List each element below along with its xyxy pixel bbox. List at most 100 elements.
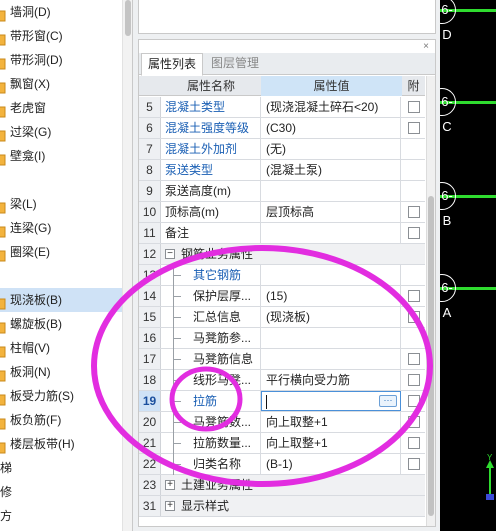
property-row[interactable]: 5 混凝土类型 (现浇混凝土碎石<20) [139,97,425,118]
property-value[interactable] [261,328,401,348]
tree-item[interactable]: 现浇板(B) [0,288,124,312]
row-number: 13 [139,265,161,285]
property-row[interactable]: 16 马凳筋参... [139,328,425,349]
attach-checkbox[interactable] [408,416,420,428]
property-value[interactable]: 向上取整+1 [261,412,401,432]
tree-item[interactable]: 壁龛(I) [0,144,124,168]
property-row[interactable]: 6 混凝土强度等级 (C30) [139,118,425,139]
attach-checkbox[interactable] [408,311,420,323]
attach-checkbox[interactable] [408,395,420,407]
attach-checkbox[interactable] [408,374,420,386]
property-value[interactable] [261,349,401,369]
property-row[interactable]: 20 马凳筋数... 向上取整+1 [139,412,425,433]
tree-item[interactable] [0,264,124,288]
property-value[interactable] [261,181,401,201]
property-row[interactable]: 18 线形马凳... 平行横向受力筋 [139,370,425,391]
attach-checkbox[interactable] [408,206,420,218]
property-value[interactable] [261,265,401,285]
property-row[interactable]: 17 马凳筋信息 [139,349,425,370]
property-value[interactable]: (无) [261,139,401,159]
axis-label-marker[interactable]: 6-C [440,88,456,134]
property-row[interactable]: 15 汇总信息 (现浇板) [139,307,425,328]
tree-item[interactable]: 梁(L) [0,192,124,216]
expand-icon[interactable]: + [165,501,175,511]
tree-item[interactable]: 带形窗(C) [0,24,124,48]
tree-item[interactable]: 过梁(G) [0,120,124,144]
attach-checkbox[interactable] [408,101,420,113]
property-row[interactable]: 22 归类名称 (B-1) [139,454,425,475]
tree-item[interactable]: 修 [0,480,124,504]
tree-item[interactable]: 板受力筋(S) [0,384,124,408]
property-row[interactable]: 10 顶标高(m) 层顶标高 [139,202,425,223]
axis-label-marker[interactable]: 6-B [440,182,456,228]
attach-checkbox[interactable] [408,227,420,239]
header-property-value[interactable]: 属性值 [261,76,402,96]
header-property-name[interactable]: 属性名称 [161,76,261,96]
property-group-row[interactable]: 23 + 土建业务属性 [139,475,425,496]
property-row[interactable]: 19 拉筋 ··· [139,391,425,412]
tree-item[interactable]: 墙洞(D) [0,0,124,24]
property-value[interactable] [261,223,401,243]
tree-item[interactable]: 圈梁(E) [0,240,124,264]
property-row[interactable]: 13 其它钢筋 [139,265,425,286]
attach-checkbox[interactable] [408,353,420,365]
property-row[interactable]: 21 拉筋数量... 向上取整+1 [139,433,425,454]
header-attach[interactable]: 附 [402,76,425,96]
tree-item[interactable]: 连梁(G) [0,216,124,240]
tree-item[interactable]: 板负筋(F) [0,408,124,432]
attach-cell [402,244,425,264]
property-value[interactable]: (B-1) [261,454,401,474]
property-value-editor[interactable]: ··· [261,391,401,411]
collapse-icon[interactable]: − [165,249,175,259]
attach-checkbox[interactable] [408,290,420,302]
property-name[interactable]: 混凝土强度等级 [161,118,261,138]
property-name[interactable]: 拉筋 [161,391,261,411]
grid-scroll-thumb[interactable] [428,196,434,516]
property-name[interactable]: 混凝土类型 [161,97,261,117]
tree-item[interactable] [0,168,124,192]
property-value[interactable]: (C30) [261,118,401,138]
tree-item[interactable]: 飘窗(X) [0,72,124,96]
tab-property-list[interactable]: 属性列表 [141,53,204,76]
property-value[interactable]: 向上取整+1 [261,433,401,453]
attach-checkbox[interactable] [408,437,420,449]
property-name[interactable]: 泵送类型 [161,160,261,180]
property-value[interactable]: 平行横向受力筋 [261,370,401,390]
property-row[interactable]: 11 备注 [139,223,425,244]
property-row[interactable]: 14 保护层厚... (15) [139,286,425,307]
tree-item[interactable]: 带形洞(D) [0,48,124,72]
tree-item[interactable]: 老虎窗 [0,96,124,120]
tree-scroll-thumb[interactable] [125,0,131,36]
property-value[interactable]: 层顶标高 [261,202,401,222]
tree-item[interactable]: 板洞(N) [0,360,124,384]
attach-cell [402,328,425,348]
expand-icon[interactable]: + [165,480,175,490]
component-type-icon [0,414,7,430]
property-row[interactable]: 7 混凝土外加剂 (无) [139,139,425,160]
tab-layer-management[interactable]: 图层管理 [205,53,265,75]
property-row[interactable]: 9 泵送高度(m) [139,181,425,202]
grid-scrollbar[interactable] [426,76,435,526]
property-name[interactable]: 混凝土外加剂 [161,139,261,159]
property-name[interactable]: 其它钢筋 [161,265,261,285]
tree-item[interactable]: 楼层板带(H) [0,432,124,456]
property-grid: 属性名称 属性值 附 5 混凝土类型 (现浇混凝土碎石<20) 6 混凝土强度等级 (C3… [139,76,425,526]
property-value[interactable]: (现浇混凝土碎石<20) [261,97,401,117]
tree-item[interactable]: 梯 [0,456,124,480]
tree-item[interactable]: 螺旋板(B) [0,312,124,336]
tree-item[interactable]: 柱帽(V) [0,336,124,360]
close-icon[interactable]: × [420,41,432,53]
more-options-button[interactable]: ··· [379,395,397,407]
property-value[interactable]: (混凝土泵) [261,160,401,180]
property-row[interactable]: 8 泵送类型 (混凝土泵) [139,160,425,181]
tree-scrollbar[interactable] [122,0,132,531]
axis-label-marker[interactable]: 6-D [440,0,456,42]
property-group-row[interactable]: 31 + 显示样式 [139,496,425,517]
property-value[interactable]: (15) [261,286,401,306]
axis-label-marker[interactable]: 6-A [440,274,456,320]
attach-checkbox[interactable] [408,458,420,470]
tree-item[interactable]: 方 [0,504,124,528]
property-value[interactable]: (现浇板) [261,307,401,327]
attach-checkbox[interactable] [408,122,420,134]
property-group-row[interactable]: 12− 钢筋业务属性 [139,244,425,265]
